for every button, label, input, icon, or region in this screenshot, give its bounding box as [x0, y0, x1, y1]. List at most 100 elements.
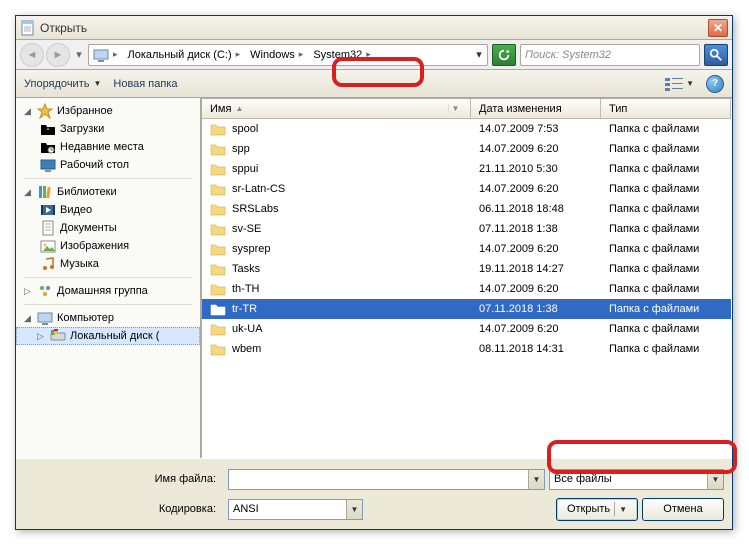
folder-icon — [210, 322, 226, 336]
file-date: 14.07.2009 7:53 — [471, 123, 601, 135]
column-header-name[interactable]: Имя ▲ ▼ — [202, 99, 471, 118]
tree-libraries[interactable]: ◢ Библиотеки — [16, 183, 200, 201]
folder-icon — [210, 122, 226, 136]
filename-input[interactable]: ▼ — [228, 469, 545, 490]
file-date: 07.11.2018 1:38 — [471, 303, 601, 315]
search-input[interactable]: Поиск: System32 — [520, 44, 700, 66]
folder-icon — [210, 142, 226, 156]
file-row[interactable]: sv-SE07.11.2018 1:38Папка с файлами — [202, 219, 731, 239]
open-button[interactable]: Открыть ▼ — [556, 498, 638, 521]
chevron-right-icon: ▸ — [111, 49, 120, 60]
file-name: wbem — [232, 343, 261, 355]
file-row[interactable]: sysprep 14.07.2009 6:20Папка с файлами — [202, 239, 731, 259]
file-type: Папка с файлами — [601, 183, 731, 195]
file-type-filter[interactable]: Все файлы ▼ — [549, 469, 724, 490]
crumb-computer[interactable]: ▸ — [89, 45, 124, 65]
tree-separator — [24, 304, 192, 305]
address-bar[interactable]: ▸ Локальный диск (C:) ▸ Windows ▸ System… — [88, 44, 488, 66]
file-type: Папка с файлами — [601, 243, 731, 255]
new-folder-button[interactable]: Новая папка — [113, 78, 177, 90]
collapse-icon[interactable]: ◢ — [22, 313, 33, 324]
file-row[interactable]: Tasks 19.11.2018 14:27Папка с файлами — [202, 259, 731, 279]
file-type: Папка с файлами — [601, 343, 731, 355]
tree-favorites[interactable]: ◢ Избранное — [16, 102, 200, 120]
file-date: 14.07.2009 6:20 — [471, 143, 601, 155]
content-area: ◢ Избранное Загрузки Недавние места — [16, 98, 732, 458]
back-button[interactable]: ◄ — [20, 43, 44, 67]
crumb-system32[interactable]: System32 ▸ — [309, 45, 376, 65]
view-menu[interactable]: ▼ — [665, 77, 694, 91]
encoding-select[interactable]: ANSI ▼ — [228, 499, 363, 520]
file-date: 19.11.2018 14:27 — [471, 263, 601, 275]
file-type: Папка с файлами — [601, 143, 731, 155]
chevron-down-icon[interactable]: ▼ — [346, 500, 362, 519]
column-headers: Имя ▲ ▼ Дата изменения Тип — [202, 99, 731, 119]
file-name: Tasks — [232, 263, 260, 275]
column-filter-dropdown[interactable]: ▼ — [448, 104, 462, 113]
chevron-down-icon[interactable]: ▼ — [707, 470, 723, 489]
file-type: Папка с файлами — [601, 323, 731, 335]
cancel-button[interactable]: Отмена — [642, 498, 724, 521]
tree-downloads[interactable]: Загрузки — [16, 120, 200, 138]
tree-recent[interactable]: Недавние места — [16, 138, 200, 156]
column-header-date[interactable]: Дата изменения — [471, 99, 601, 118]
file-row[interactable]: th-TH14.07.2009 6:20Папка с файлами — [202, 279, 731, 299]
crumb-windows[interactable]: Windows ▸ — [246, 45, 309, 65]
tree-computer[interactable]: ◢ Компьютер — [16, 309, 200, 327]
search-placeholder: Поиск: System32 — [525, 49, 611, 61]
column-header-type[interactable]: Тип — [601, 99, 731, 118]
crumb-local-disk[interactable]: Локальный диск (C:) ▸ — [124, 45, 247, 65]
folder-icon — [210, 202, 226, 216]
file-row[interactable]: wbem 08.11.2018 14:31Папка с файлами — [202, 339, 731, 359]
file-row[interactable]: sppui21.11.2010 5:30Папка с файлами — [202, 159, 731, 179]
file-row[interactable]: tr-TR07.11.2018 1:38Папка с файлами — [202, 299, 731, 319]
file-row[interactable]: spool14.07.2009 7:53Папка с файлами — [202, 119, 731, 139]
folder-icon — [210, 162, 226, 176]
file-name: spp — [232, 143, 250, 155]
nav-history-dropdown[interactable]: ▾ — [72, 45, 86, 65]
chevron-down-icon[interactable]: ▼ — [528, 470, 544, 489]
chevron-right-icon: ▸ — [234, 49, 243, 60]
expand-icon[interactable]: ▷ — [35, 331, 46, 342]
filename-label: Имя файла: — [24, 473, 224, 485]
expand-icon[interactable]: ▷ — [22, 286, 33, 297]
file-name: sysprep — [232, 243, 271, 255]
chevron-right-icon: ▸ — [297, 49, 306, 60]
folder-icon — [210, 262, 226, 276]
tree-local-disk-c[interactable]: ▷ Локальный диск ( — [16, 327, 200, 345]
file-row[interactable]: spp 14.07.2009 6:20Папка с файлами — [202, 139, 731, 159]
file-row[interactable]: uk-UA14.07.2009 6:20Папка с файлами — [202, 319, 731, 339]
collapse-icon[interactable]: ◢ — [22, 187, 33, 198]
file-date: 14.07.2009 6:20 — [471, 283, 601, 295]
file-type: Папка с файлами — [601, 263, 731, 275]
collapse-icon[interactable]: ◢ — [22, 106, 33, 117]
file-name: tr-TR — [232, 303, 257, 315]
crumb-label: Локальный диск (C:) — [128, 49, 232, 61]
file-list[interactable]: spool14.07.2009 7:53Папка с файлами spp 14… — [202, 119, 731, 457]
help-button[interactable]: ? — [706, 75, 724, 93]
file-date: 14.07.2009 6:20 — [471, 243, 601, 255]
forward-button[interactable]: ► — [46, 43, 70, 67]
refresh-button[interactable] — [492, 44, 516, 66]
tree-desktop[interactable]: Рабочий стол — [16, 156, 200, 174]
close-button[interactable]: ✕ — [708, 19, 728, 37]
folder-icon — [210, 222, 226, 236]
file-row[interactable]: sr-Latn-CS14.07.2009 6:20Папка с файлами — [202, 179, 731, 199]
file-row[interactable]: SRSLabs06.11.2018 18:48Папка с файлами — [202, 199, 731, 219]
organize-menu[interactable]: Упорядочить ▼ — [24, 78, 101, 90]
file-date: 14.07.2009 6:20 — [471, 323, 601, 335]
tree-music[interactable]: Музыка — [16, 255, 200, 273]
open-dialog-window: Открыть ✕ ◄ ► ▾ ▸ Локальный диск (C:) ▸ … — [15, 15, 733, 530]
file-date: 08.11.2018 14:31 — [471, 343, 601, 355]
folder-icon — [210, 342, 226, 356]
tree-homegroup[interactable]: ▷ Домашняя группа — [16, 282, 200, 300]
tree-pictures[interactable]: Изображения — [16, 237, 200, 255]
window-title: Открыть — [40, 21, 87, 35]
titlebar: Открыть ✕ — [16, 16, 732, 40]
address-dropdown[interactable]: ▾ — [471, 48, 487, 61]
tree-documents[interactable]: Документы — [16, 219, 200, 237]
tree-separator — [24, 277, 192, 278]
notepad-icon — [20, 20, 36, 36]
search-button[interactable] — [704, 44, 728, 66]
tree-videos[interactable]: Видео — [16, 201, 200, 219]
